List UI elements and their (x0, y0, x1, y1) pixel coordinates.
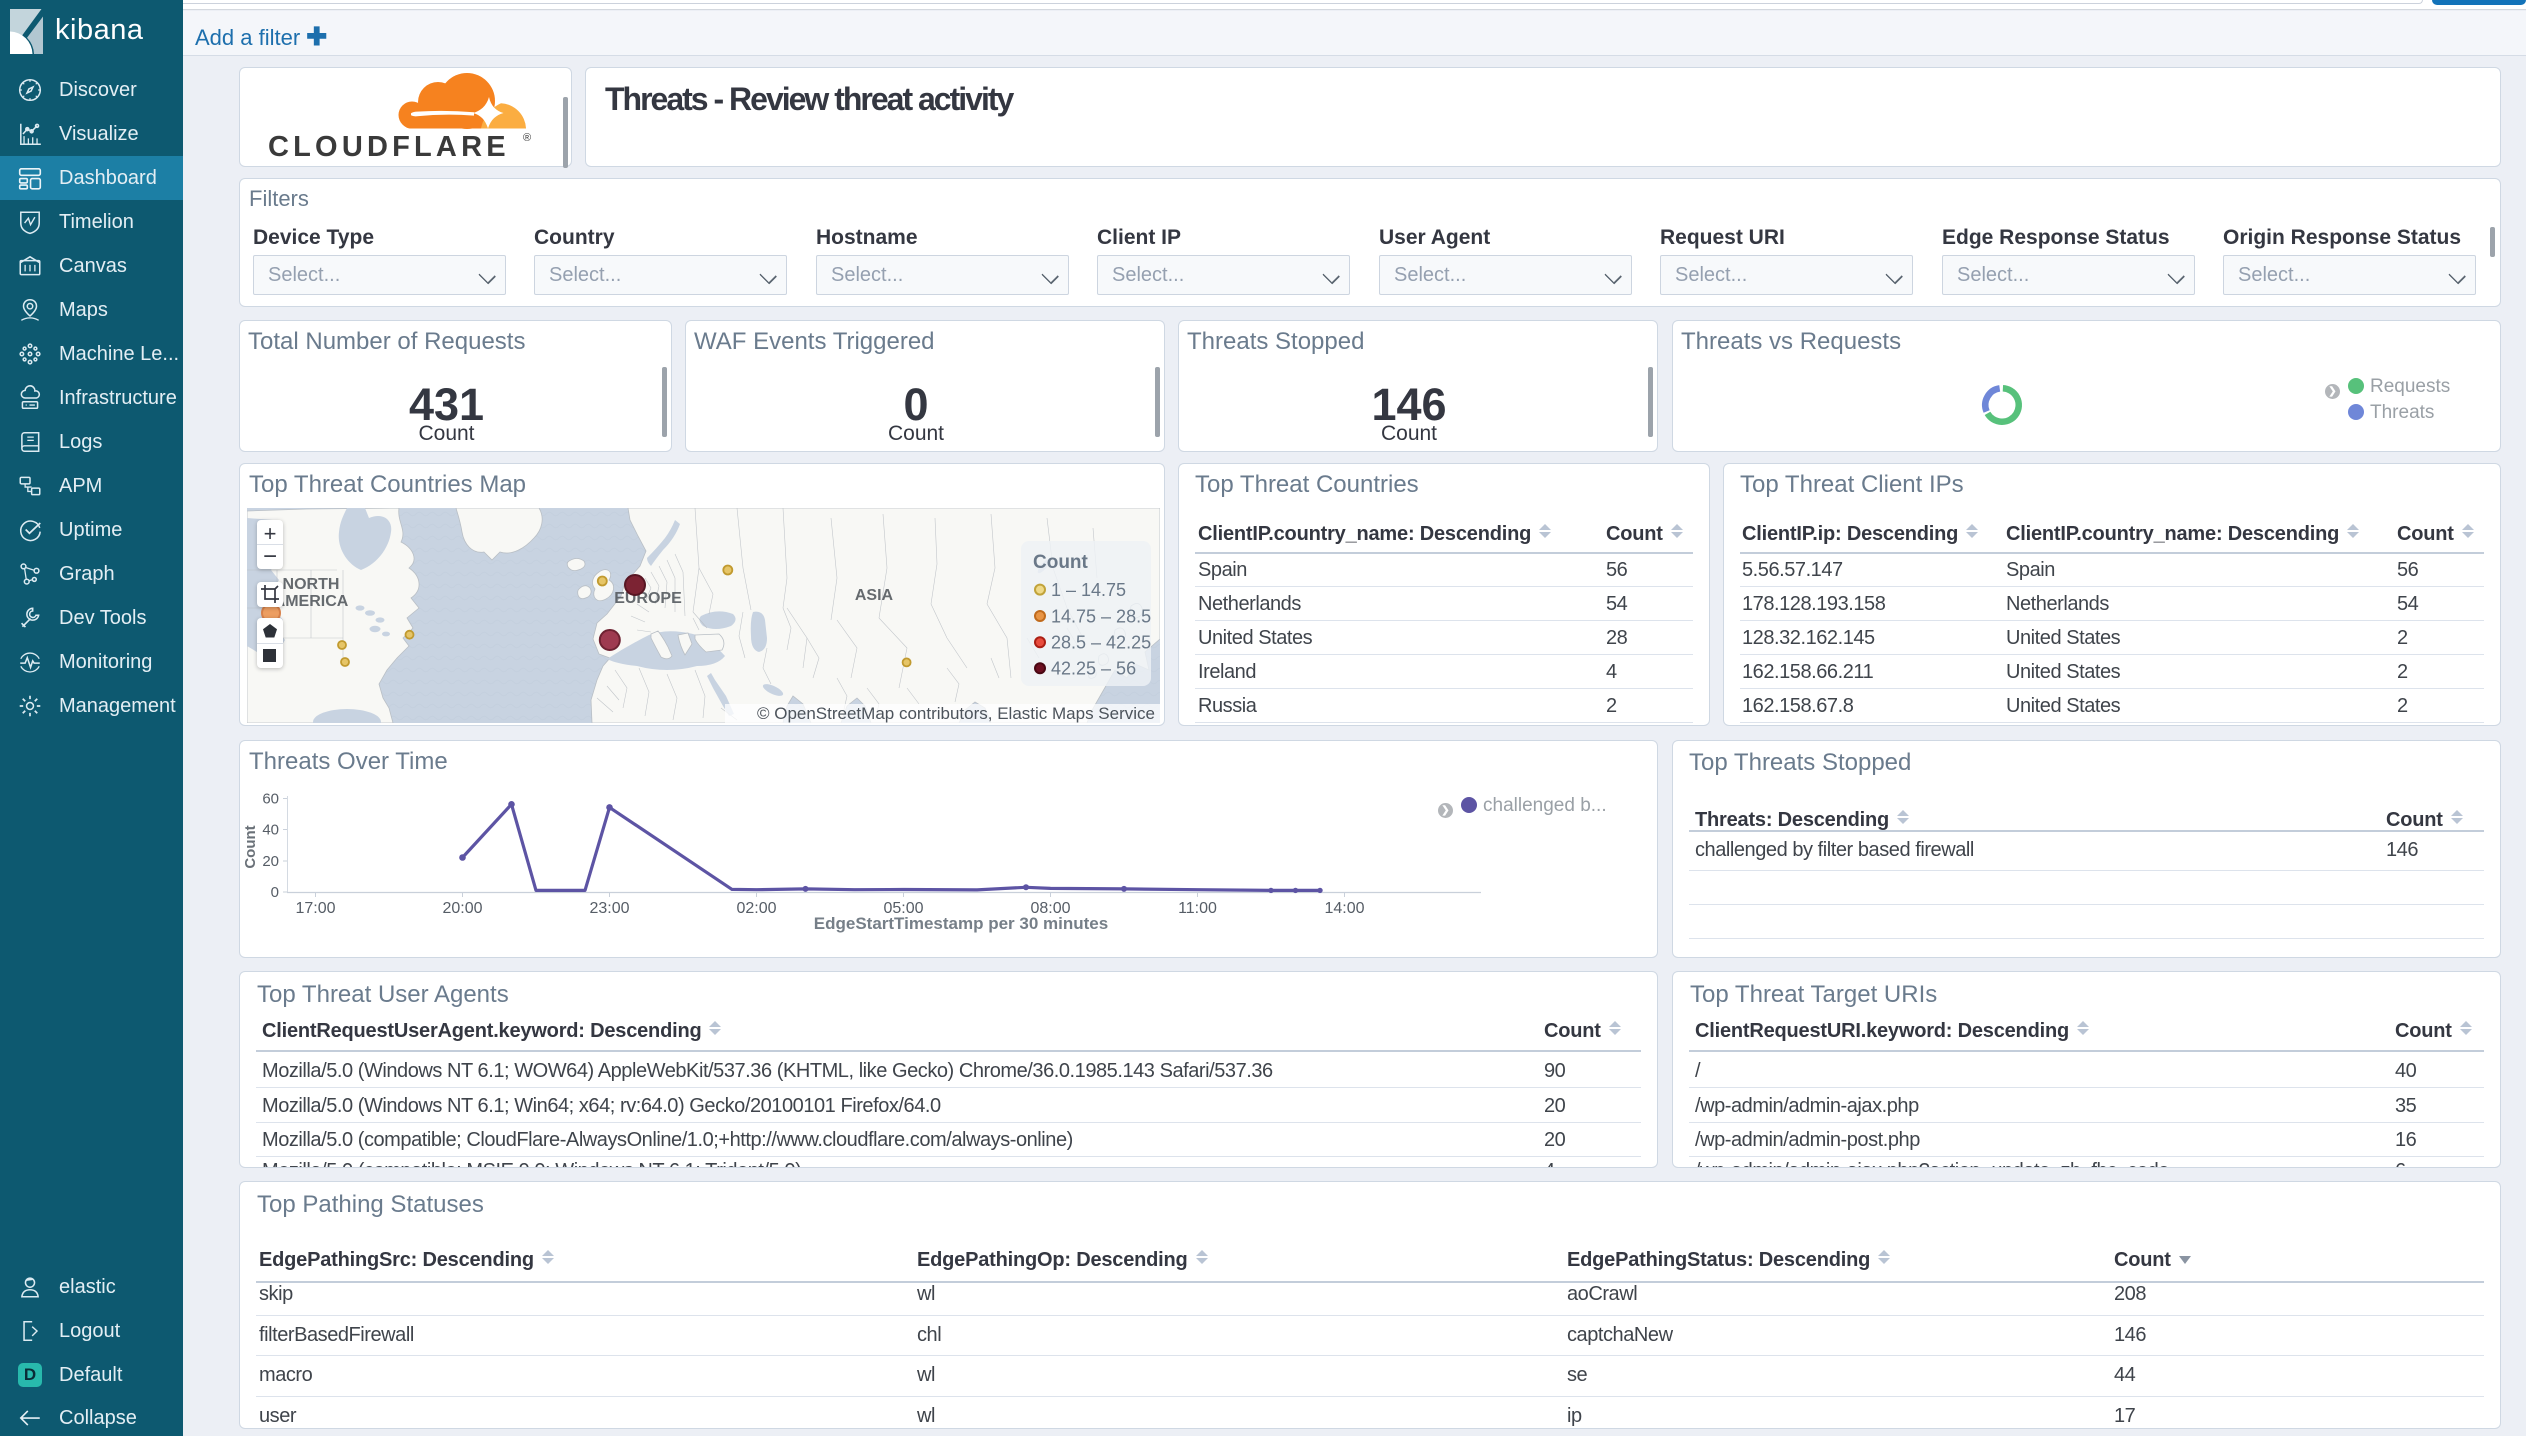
svg-text:28.5 – 42.25: 28.5 – 42.25 (1051, 633, 1151, 653)
svg-text:20:00: 20:00 (442, 900, 482, 917)
svg-text:0: 0 (271, 884, 279, 901)
svg-text:42.25 – 56: 42.25 – 56 (1051, 659, 1136, 679)
svg-text:17:00: 17:00 (295, 900, 335, 917)
svg-text:60: 60 (262, 791, 279, 808)
svg-text:ASIA: ASIA (855, 587, 894, 604)
svg-text:EUROPE: EUROPE (614, 590, 682, 607)
svg-text:14:00: 14:00 (1324, 900, 1364, 917)
svg-text:14.75 – 28.5: 14.75 – 28.5 (1051, 606, 1151, 626)
svg-text:23:00: 23:00 (589, 900, 629, 917)
svg-text:20: 20 (262, 853, 279, 870)
svg-text:AMERICA: AMERICA (274, 593, 349, 610)
svg-text:CLOUDFLARE: CLOUDFLARE (268, 131, 510, 163)
svg-text:40: 40 (262, 822, 279, 839)
svg-text:1 – 14.75: 1 – 14.75 (1051, 580, 1126, 600)
svg-text:NORTH: NORTH (283, 576, 340, 593)
svg-text:®: ® (523, 132, 531, 144)
svg-text:Count: Count (242, 825, 259, 868)
svg-text:02:00: 02:00 (736, 900, 776, 917)
svg-text:© OpenStreetMap contributors,: © OpenStreetMap contributors, Elastic Ma… (757, 704, 1155, 723)
svg-text:11:00: 11:00 (1178, 900, 1217, 917)
svg-text:EdgeStartTimestamp per 30 minu: EdgeStartTimestamp per 30 minutes (814, 914, 1108, 933)
svg-text:Count: Count (1033, 552, 1089, 573)
